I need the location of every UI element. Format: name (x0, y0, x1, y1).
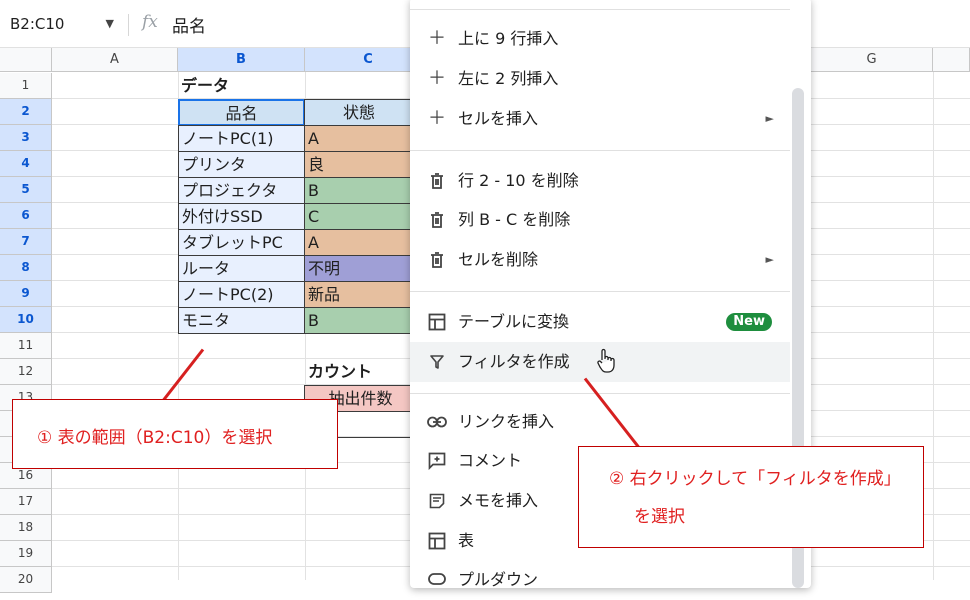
cell-item-status[interactable]: 良 (304, 151, 414, 178)
row-header-20[interactable]: 20 (0, 567, 52, 593)
menu-label: コメント (458, 451, 523, 470)
row-header-10[interactable]: 10 (0, 307, 52, 333)
menu-item-dropdown[interactable]: プルダウン (410, 560, 790, 600)
cell-item-name[interactable]: プリンタ (178, 151, 305, 178)
menu-divider (410, 393, 790, 394)
row-header-5[interactable]: 5 (0, 177, 52, 203)
callout-step-2-line-2: を選択 (634, 507, 685, 527)
row-header-1[interactable]: 1 (0, 73, 52, 99)
cell-item-name[interactable]: タブレットPC (178, 229, 305, 256)
cell-item-name[interactable]: 外付けSSD (178, 203, 305, 230)
select-all-corner[interactable] (0, 48, 52, 72)
comment-add-icon (426, 441, 448, 485)
menu-item-delete-cells[interactable]: セルを削除 ► (410, 240, 790, 280)
table-icon (426, 302, 448, 346)
menu-item-convert-to-table[interactable]: テーブルに変換 New (410, 302, 790, 342)
row-header-6[interactable]: 6 (0, 203, 52, 229)
trash-icon (426, 240, 448, 284)
name-box[interactable]: B2:C10 ▼ (0, 9, 122, 39)
menu-item-insert-cols-left[interactable]: ＋ 左に 2 列挿入 (410, 59, 790, 99)
menu-label: セルを削除 (458, 250, 539, 269)
plus-icon: ＋ (428, 108, 446, 129)
menu-label: 行 2 - 10 を削除 (458, 171, 579, 190)
cell-item-name[interactable]: モニタ (178, 307, 305, 334)
fx-icon: fx (142, 12, 158, 32)
dropdown-chip-icon (426, 560, 448, 600)
header-cell-name[interactable]: 品名 (178, 99, 305, 126)
cell-item-status[interactable]: B (304, 177, 414, 204)
cell-item-name[interactable]: ノートPC(1) (178, 125, 305, 152)
formula-input[interactable]: 品名 (172, 12, 206, 37)
callout-step-1: ① 表の範囲（B2:C10）を選択 (12, 399, 338, 469)
menu-divider (410, 291, 790, 292)
cell-item-status[interactable]: A (304, 125, 414, 152)
count-title-cell[interactable]: カウント (308, 359, 372, 384)
cell-item-name[interactable]: ノートPC(2) (178, 281, 305, 308)
trash-icon (426, 200, 448, 244)
submenu-arrow-icon: ► (765, 112, 774, 125)
cell-item-status[interactable]: C (304, 203, 414, 230)
column-header-b[interactable]: B (178, 48, 305, 72)
new-badge: New (726, 313, 772, 331)
menu-item-insert-cells[interactable]: ＋ セルを挿入 ► (410, 99, 790, 139)
column-header-h[interactable] (933, 48, 970, 72)
menu-label: プルダウン (458, 570, 539, 589)
menu-item-create-filter[interactable]: フィルタを作成 (410, 342, 790, 382)
row-header-17[interactable]: 17 (0, 489, 52, 515)
cell-item-status[interactable]: B (304, 307, 414, 334)
cell-item-name[interactable]: プロジェクタ (178, 177, 305, 204)
note-icon (426, 481, 448, 524)
gridline (933, 72, 934, 580)
menu-item-delete-rows[interactable]: 行 2 - 10 を削除 (410, 161, 790, 201)
row-header-9[interactable]: 9 (0, 281, 52, 307)
cell-item-status[interactable]: A (304, 229, 414, 256)
menu-label: フィルタを作成 (458, 352, 570, 371)
plus-icon: ＋ (428, 28, 446, 49)
menu-item-insert-rows-above[interactable]: ＋ 上に 9 行挿入 (410, 19, 790, 59)
submenu-arrow-icon: ► (765, 253, 774, 266)
row-header-8[interactable]: 8 (0, 255, 52, 281)
data-title-cell[interactable]: データ (181, 73, 229, 98)
row-header-7[interactable]: 7 (0, 229, 52, 255)
hand-cursor-icon (596, 348, 616, 389)
row-header-19[interactable]: 19 (0, 541, 52, 567)
menu-label: セルを挿入 (458, 109, 539, 128)
menu-item-insert-link[interactable]: リンクを挿入 (410, 402, 790, 442)
callout-step-2: ② 右クリックして「フィルタを作成」 を選択 (578, 446, 924, 548)
menu-label: メモを挿入 (458, 491, 539, 510)
menu-label: 列 B - C を削除 (458, 210, 571, 229)
column-header-g[interactable]: G (811, 48, 933, 72)
link-icon (426, 402, 448, 443)
cell-item-name[interactable]: ルータ (178, 255, 305, 282)
callout-step-1-text: ① 表の範囲（B2:C10）を選択 (37, 428, 273, 448)
column-header-a[interactable]: A (52, 48, 178, 72)
chevron-down-icon[interactable]: ▼ (106, 9, 114, 39)
row-header-11[interactable]: 11 (0, 333, 52, 359)
menu-label: 上に 9 行挿入 (458, 29, 559, 48)
menu-label: 表 (458, 531, 475, 550)
menu-item-delete-cols[interactable]: 列 B - C を削除 (410, 200, 790, 240)
menu-divider (410, 150, 790, 151)
table-icon (426, 521, 448, 565)
row-header-2[interactable]: 2 (0, 99, 52, 125)
callout-step-2-line-1: ② 右クリックして「フィルタを作成」 (609, 469, 901, 489)
menu-label: 左に 2 列挿入 (458, 69, 559, 88)
menu-label: テーブルに変換 (458, 312, 570, 331)
cell-item-status[interactable]: 新品 (304, 281, 414, 308)
row-header-18[interactable]: 18 (0, 515, 52, 541)
cell-item-status[interactable]: 不明 (304, 255, 414, 282)
header-cell-status[interactable]: 状態 (304, 99, 414, 126)
name-box-value: B2:C10 (10, 15, 65, 33)
menu-label: リンクを挿入 (458, 412, 555, 431)
row-header-12[interactable]: 12 (0, 359, 52, 385)
menu-divider (410, 9, 790, 10)
divider (128, 14, 129, 36)
plus-icon: ＋ (428, 68, 446, 89)
trash-icon (426, 161, 448, 205)
filter-icon (426, 342, 448, 385)
row-header-4[interactable]: 4 (0, 151, 52, 177)
row-header-3[interactable]: 3 (0, 125, 52, 151)
